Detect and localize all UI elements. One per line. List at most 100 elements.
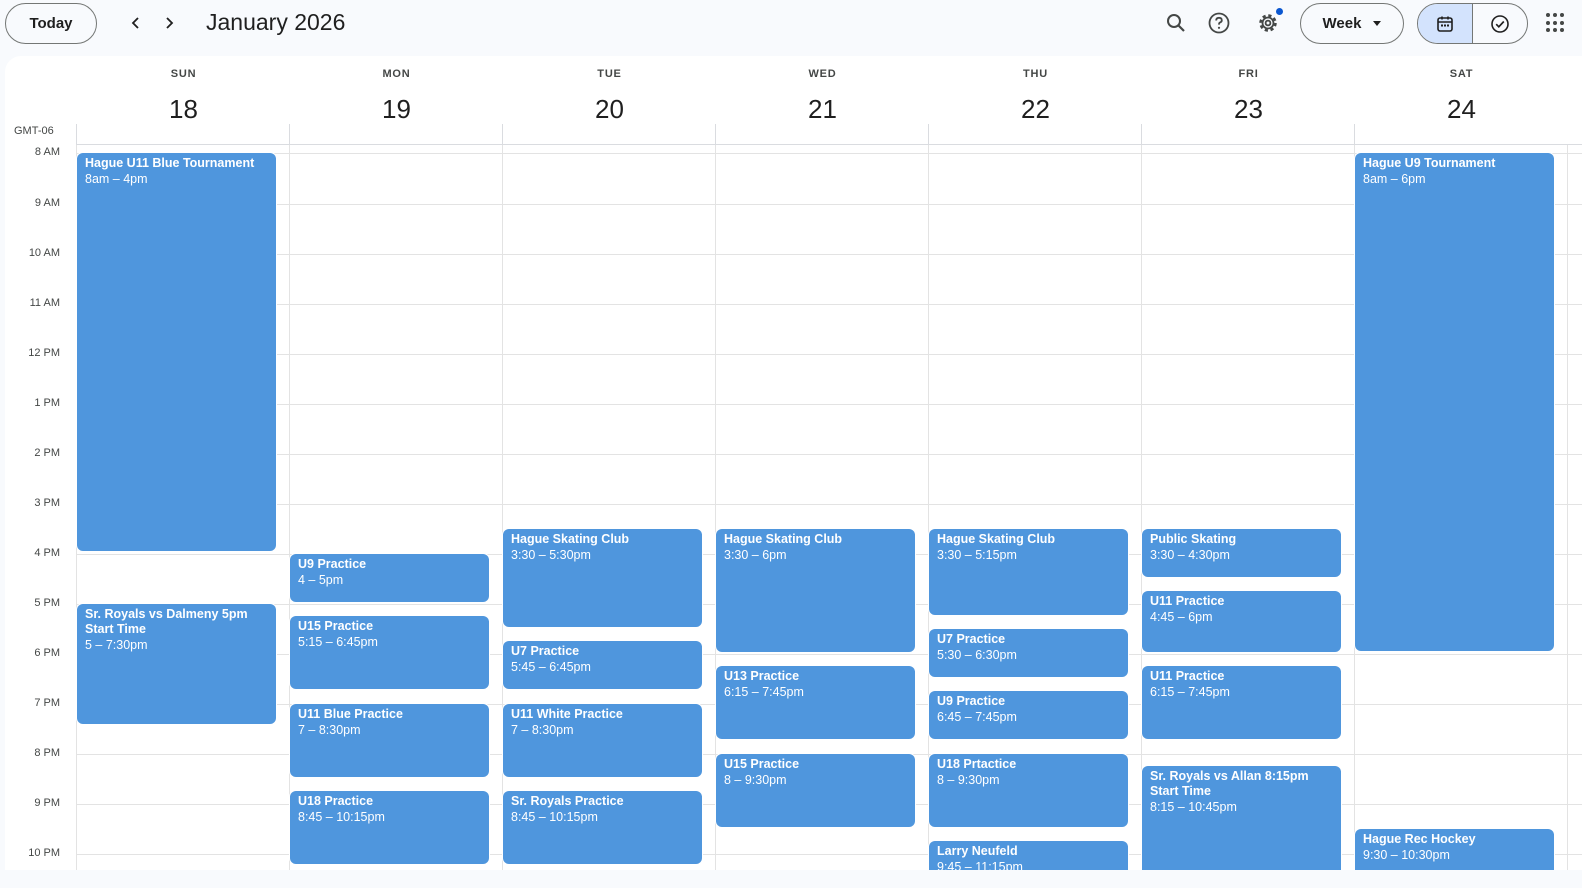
event-time: 6:45 – 7:45pm [937,710,1017,724]
calendar-event[interactable]: U18 Practice 8:45 – 10:15pm [290,791,489,864]
day-number[interactable]: 20 [503,94,716,125]
hour-label: 11 AM [29,297,60,309]
calendar-event[interactable]: Hague Skating Club 3:30 – 6pm [716,529,915,652]
chevron-right-icon[interactable] [154,8,184,38]
event-time: 5:45 – 6:45pm [511,660,591,674]
event-time: 4 – 5pm [298,573,344,587]
event-title: Hague U11 Blue Tournament [85,156,255,170]
tasks-icon[interactable] [1473,4,1527,43]
chevron-left-icon[interactable] [121,8,151,38]
event-time: 8am – 4pm [85,172,148,186]
calendar-event[interactable]: U15 Practice 5:15 – 6:45pm [290,616,489,689]
calendar-event[interactable]: U9 Practice 4 – 5pm [290,554,489,602]
calendar-event[interactable]: Hague Rec Hockey 9:30 – 10:30pm [1355,829,1554,870]
top-toolbar: Today January 2026 Week [0,0,1582,56]
calendar-event[interactable]: Hague Skating Club 3:30 – 5:15pm [929,529,1128,615]
day-number[interactable]: 18 [77,94,290,125]
calendar-event[interactable]: Sr. Royals Practice 8:45 – 10:15pm [503,791,702,864]
column-divider [1354,124,1355,144]
event-time: 4:45 – 6pm [1150,610,1213,624]
apps-grid-icon[interactable] [1546,13,1566,33]
calendar-event[interactable]: U11 Practice 6:15 – 7:45pm [1142,666,1341,739]
day-header-thu[interactable]: THU 22 [929,56,1142,146]
day-number[interactable]: 19 [290,94,503,125]
event-title: U7 Practice [511,644,580,658]
calendar-event[interactable]: U13 Practice 6:15 – 7:45pm [716,666,915,739]
calendar-event[interactable]: Sr. Royals vs Dalmeny 5pm Start Time 5 – … [77,604,276,724]
caret-down-icon [1373,21,1382,26]
bottom-strip [0,870,1582,888]
column-divider [928,124,929,144]
calendar-event[interactable]: U9 Practice 6:45 – 7:45pm [929,691,1128,739]
calendar-event[interactable]: Hague U11 Blue Tournament 8am – 4pm [77,153,276,551]
event-time: 9:45 – 11:15pm [937,860,1023,870]
day-header-wed[interactable]: WED 21 [716,56,929,146]
today-button[interactable]: Today [5,3,97,44]
calendar-event[interactable]: Hague Skating Club 3:30 – 5:30pm [503,529,702,627]
event-title: Hague U9 Tournament [1363,156,1496,170]
view-select-label: Week [1322,15,1362,32]
view-select[interactable]: Week [1300,3,1404,44]
event-time: 9:30 – 10:30pm [1363,848,1450,862]
day-name: THU [1022,68,1048,80]
calendar-event[interactable]: U11 White Practice 7 – 8:30pm [503,704,702,777]
hour-label: 12 PM [28,347,60,359]
day-name: MON [382,68,411,80]
hour-label: 7 PM [34,697,60,709]
event-title: U11 Blue Practice [298,707,403,721]
event-title: U13 Practice [724,669,800,683]
event-time: 8:15 – 10:45pm [1150,800,1237,814]
event-title: U15 Practice [298,619,374,633]
day-name: FRI [1238,68,1259,80]
calendar-event[interactable]: U11 Practice 4:45 – 6pm [1142,591,1341,652]
day-number[interactable]: 24 [1355,94,1568,125]
hour-label: 2 PM [34,447,60,459]
month-title: January 2026 [206,9,346,35]
hour-label: 3 PM [34,497,60,509]
day-header-sat[interactable]: SAT 24 [1355,56,1568,146]
event-time: 5:30 – 6:30pm [937,648,1017,662]
event-time: 5 – 7:30pm [85,638,148,652]
calendar-event[interactable]: U11 Blue Practice 7 – 8:30pm [290,704,489,777]
event-time: 3:30 – 6pm [724,548,787,562]
day-header-sun[interactable]: SUN 18 [77,56,290,146]
hour-label: 6 PM [34,647,60,659]
day-number[interactable]: 23 [1142,94,1355,125]
event-title: Sr. Royals Practice [511,794,624,808]
calendar-event[interactable]: Sr. Royals vs Allan 8:15pm Start Time 8:1… [1142,766,1341,870]
day-header-tue[interactable]: TUE 20 [503,56,716,146]
calendar-event[interactable]: Hague U9 Tournament 8am – 6pm [1355,153,1554,651]
day-header-fri[interactable]: FRI 23 [1142,56,1355,146]
timezone-label: GMT-06 [14,125,54,137]
event-title: U11 White Practice [511,707,623,721]
event-time: 3:30 – 5:30pm [511,548,591,562]
day-number[interactable]: 21 [716,94,929,125]
calendar-event[interactable]: U7 Practice 5:30 – 6:30pm [929,629,1128,677]
day-number[interactable]: 22 [929,94,1142,125]
hour-label: 8 AM [34,146,60,158]
help-icon[interactable] [1203,7,1235,39]
calendar-event[interactable]: Public Skating 3:30 – 4:30pm [1142,529,1341,577]
hour-label: 1 PM [34,397,60,409]
day-name: TUE [597,68,622,80]
event-title: U7 Practice [937,632,1006,646]
event-time: 6:15 – 7:45pm [1150,685,1230,699]
search-icon[interactable] [1160,7,1192,39]
event-time: 8 – 9:30pm [724,773,787,787]
hour-label: 4 PM [34,547,60,559]
hour-label: 9 PM [34,797,60,809]
event-title: U9 Practice [298,557,367,571]
calendar-event[interactable]: U18 Prtactice 8 – 9:30pm [929,754,1128,827]
calendar-event[interactable]: Larry Neufeld 9:45 – 11:15pm [929,841,1128,870]
calendar-event[interactable]: U15 Practice 8 – 9:30pm [716,754,915,827]
event-time: 5:15 – 6:45pm [298,635,378,649]
event-title: U9 Practice [937,694,1006,708]
event-time: 8am – 6pm [1363,172,1426,186]
event-time: 7 – 8:30pm [298,723,361,737]
day-header-mon[interactable]: MON 19 [290,56,503,146]
event-title: Sr. Royals vs Allan 8:15pm Start Time [1150,769,1309,798]
week-view: GMT-06 SUN 18 MON 19 TUE 20 WED 21 THU 22 FRI 23 SAT… [5,56,1582,870]
calendar-event[interactable]: U7 Practice 5:45 – 6:45pm [503,641,702,689]
calendar-icon[interactable] [1418,4,1473,43]
hour-label: 10 AM [28,247,60,259]
